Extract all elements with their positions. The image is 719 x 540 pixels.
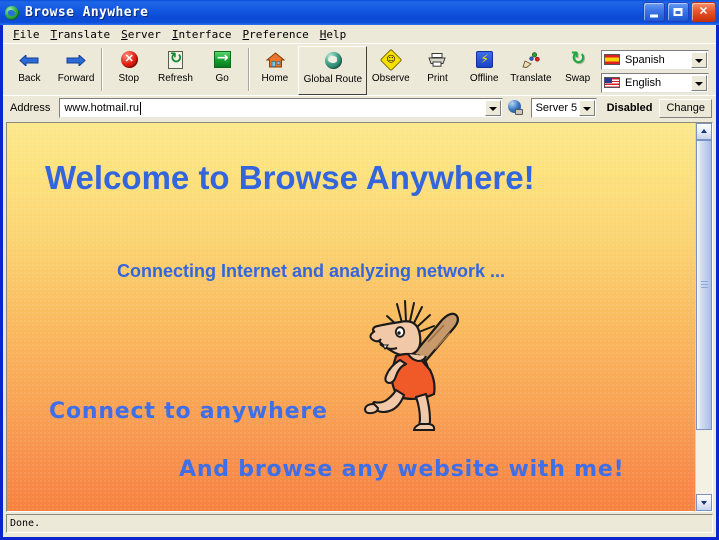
toolbar-button-offline[interactable]: Offline xyxy=(461,46,508,95)
usa-flag-icon xyxy=(604,77,620,88)
source-language-select[interactable]: Spanish xyxy=(601,49,709,70)
toolbar-label-global-route: Global Route xyxy=(303,74,363,85)
status-bar: Done. xyxy=(6,514,713,533)
toolbar-label-stop: Stop xyxy=(118,73,140,84)
window-title: Browse Anywhere xyxy=(25,5,149,20)
toolbar: Back Forward Stop Refresh xyxy=(3,43,716,95)
toolbar-label-offline: Offline xyxy=(469,73,499,84)
toolbar-separator xyxy=(101,48,104,91)
toolbar-label-observe: Observe xyxy=(371,73,410,84)
page-subline: Connecting Internet and analyzing networ… xyxy=(117,261,506,281)
spain-flag-icon xyxy=(604,54,620,65)
menu-item-interface[interactable]: Interface xyxy=(167,27,238,42)
menu-item-help[interactable]: Help xyxy=(315,27,353,42)
swap-refresh-icon xyxy=(567,48,589,71)
toolbar-button-global-route[interactable]: Global Route xyxy=(298,46,368,95)
menu-item-translate[interactable]: Translate xyxy=(46,27,117,42)
toolbar-button-home[interactable]: Home xyxy=(252,46,299,95)
observe-face-icon: ☺ xyxy=(379,48,403,72)
toolbar-label-forward: Forward xyxy=(57,73,95,84)
connection-status-badge: Disabled xyxy=(606,102,653,114)
address-input[interactable]: www.hotmail.ru xyxy=(59,98,503,118)
change-button[interactable]: Change xyxy=(659,98,712,118)
back-arrow-icon xyxy=(18,49,40,71)
language-selectors: Spanish English xyxy=(601,46,716,95)
toolbar-button-swap[interactable]: Swap xyxy=(554,46,601,95)
address-label: Address xyxy=(10,102,51,114)
toolbar-button-back[interactable]: Back xyxy=(6,46,53,95)
title-bar: Browse Anywhere ✕ xyxy=(0,0,719,25)
stop-icon xyxy=(118,49,140,71)
source-language-label: Spanish xyxy=(625,53,665,66)
text-caret xyxy=(139,101,141,115)
status-bar-text: Done. xyxy=(10,518,41,529)
refresh-icon xyxy=(164,49,186,71)
menu-item-server[interactable]: Server xyxy=(116,27,167,42)
caveman-with-club-illustration xyxy=(356,298,468,433)
page-tagline-primary: Connect to anywhere xyxy=(49,399,328,424)
toolbar-button-forward[interactable]: Forward xyxy=(53,46,100,95)
page-content: Welcome to Browse Anywhere! Connecting I… xyxy=(7,123,695,511)
address-dropdown-chevron-icon[interactable] xyxy=(484,100,501,116)
chevron-down-icon[interactable] xyxy=(691,51,707,68)
toolbar-label-home: Home xyxy=(261,73,289,84)
server-label: Server 5 xyxy=(535,102,578,114)
forward-arrow-icon xyxy=(65,49,87,71)
globe-connection-icon[interactable] xyxy=(506,98,526,118)
app-globe-icon xyxy=(3,4,21,22)
toolbar-label-translate: Translate xyxy=(510,73,552,84)
toolbar-separator xyxy=(247,48,250,91)
scrollbar-thumb[interactable] xyxy=(696,140,712,430)
application-window: Browse Anywhere ✕ File Translate Server … xyxy=(0,0,719,540)
toolbar-label-back: Back xyxy=(18,73,41,84)
toolbar-button-observe[interactable]: ☺ Observe xyxy=(367,46,414,95)
toolbar-label-swap: Swap xyxy=(565,73,591,84)
close-icon: ✕ xyxy=(698,5,709,18)
minimize-button[interactable] xyxy=(643,2,665,22)
globe-icon xyxy=(322,50,344,72)
maximize-button[interactable] xyxy=(667,2,689,22)
menu-item-preference[interactable]: Preference xyxy=(237,27,314,42)
toolbar-label-go: Go xyxy=(215,73,229,84)
translate-icon xyxy=(520,49,542,71)
go-arrow-icon xyxy=(211,49,233,71)
close-button[interactable]: ✕ xyxy=(691,2,716,22)
browser-viewport: Welcome to Browse Anywhere! Connecting I… xyxy=(6,122,713,512)
address-url-text: www.hotmail.ru xyxy=(64,102,139,114)
toolbar-button-go[interactable]: Go xyxy=(199,46,246,95)
scrollbar-track[interactable] xyxy=(696,140,712,494)
scrollbar-grip-icon xyxy=(701,281,708,289)
printer-icon xyxy=(426,49,448,71)
scroll-down-arrow-icon[interactable] xyxy=(696,494,712,511)
chevron-down-icon[interactable] xyxy=(691,74,707,91)
toolbar-button-print[interactable]: Print xyxy=(414,46,461,95)
address-bar: Address www.hotmail.ru Server 5 Disabled… xyxy=(3,95,716,120)
server-select[interactable]: Server 5 xyxy=(530,98,597,118)
toolbar-button-stop[interactable]: Stop xyxy=(105,46,152,95)
target-language-label: English xyxy=(625,76,662,89)
lightning-icon xyxy=(473,49,495,71)
vertical-scrollbar[interactable] xyxy=(695,123,712,511)
page-tagline-secondary: And browse any website with me! xyxy=(179,457,625,482)
window-frame: File Translate Server Interface Preferen… xyxy=(3,25,716,537)
scroll-up-arrow-icon[interactable] xyxy=(696,123,712,140)
chevron-down-icon[interactable] xyxy=(578,100,595,116)
page-headline: Welcome to Browse Anywhere! xyxy=(45,159,535,196)
toolbar-button-translate[interactable]: Translate xyxy=(508,46,555,95)
window-controls: ✕ xyxy=(643,2,716,22)
home-icon xyxy=(264,49,286,71)
target-language-select[interactable]: English xyxy=(601,72,709,93)
toolbar-label-refresh: Refresh xyxy=(157,73,193,84)
toolbar-button-refresh[interactable]: Refresh xyxy=(152,46,199,95)
menu-bar: File Translate Server Interface Preferen… xyxy=(3,25,716,43)
toolbar-label-print: Print xyxy=(427,73,448,84)
menu-item-file[interactable]: File xyxy=(8,27,46,42)
